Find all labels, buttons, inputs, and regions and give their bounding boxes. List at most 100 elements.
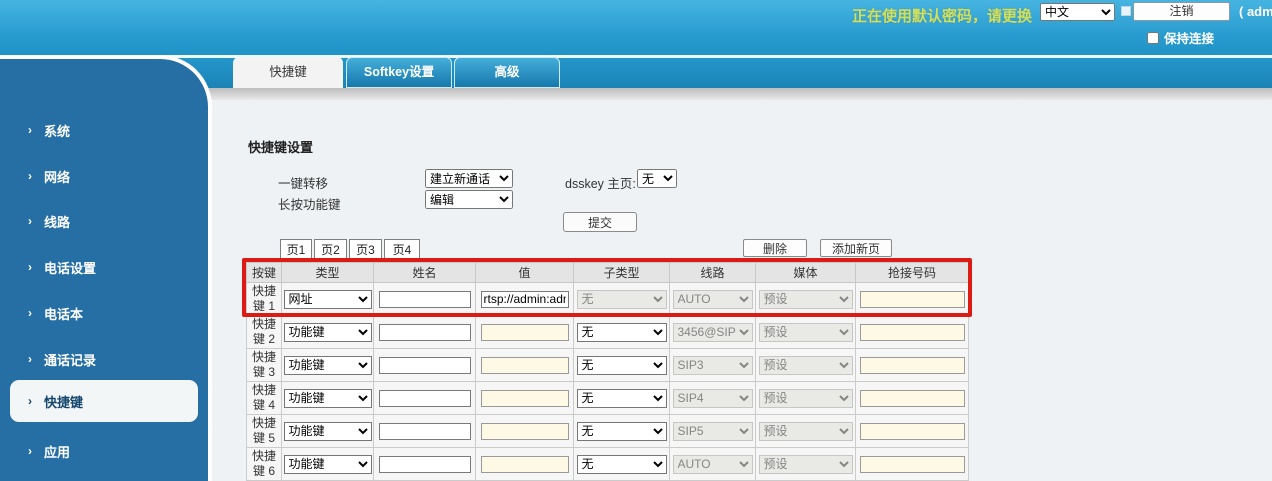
sidebar-item-5[interactable]: › 电话本: [10, 295, 198, 331]
key-label: 快捷键 2: [246, 315, 282, 349]
line-select: AUTO: [672, 454, 753, 474]
sidebar-item-label: 电话本: [44, 306, 84, 322]
table-cell: 3456@SIP2: [669, 315, 756, 349]
banner-square-decoration: [1121, 6, 1131, 16]
table-cell: [855, 282, 969, 316]
pickup-number-input: [859, 389, 965, 407]
table-cell: SIP4: [669, 381, 756, 415]
delete-button[interactable]: 删除: [743, 239, 807, 257]
column-header: 媒体: [755, 262, 856, 283]
line-select: SIP3: [672, 355, 753, 375]
page-tab-3[interactable]: 页3: [349, 239, 382, 262]
table-cell: 预设: [755, 348, 856, 382]
subtype-select[interactable]: 无: [576, 322, 667, 342]
value-input: [480, 356, 569, 374]
table-cell: [373, 348, 476, 382]
table-header-row: 按键 类型 姓名值子类型 线路 媒体 抢接号码: [246, 262, 969, 283]
table-cell: [373, 381, 476, 415]
subtype-select[interactable]: 无: [576, 355, 667, 375]
page-tab-2[interactable]: 页2: [314, 239, 347, 262]
name-input[interactable]: [378, 422, 471, 440]
chevron-right-icon: ›: [28, 169, 32, 183]
submit-button[interactable]: 提交: [563, 212, 637, 232]
type-select[interactable]: 功能键: [283, 322, 372, 342]
table-cell: 功能键: [281, 381, 374, 415]
hotkey-table: 按键类型姓名值子类型线路媒体抢接号码 快捷键 1网址无AUTO预设快捷键 2功能…: [246, 262, 969, 481]
table-cell: [855, 414, 969, 448]
name-input[interactable]: [378, 455, 471, 473]
page-tab-1[interactable]: 页1: [280, 239, 312, 262]
value-input[interactable]: [480, 290, 569, 308]
chevron-right-icon: ›: [28, 123, 32, 137]
name-input[interactable]: [378, 389, 471, 407]
dsskey-home-select[interactable]: 无: [637, 169, 677, 188]
name-input[interactable]: [378, 356, 471, 374]
table-cell: [373, 282, 476, 316]
type-select[interactable]: 功能键: [283, 454, 372, 474]
section-title: 快捷键设置: [248, 140, 314, 155]
longpress-label: 长按功能键: [278, 198, 341, 212]
subtype-select[interactable]: 无: [576, 388, 667, 408]
name-input[interactable]: [378, 290, 471, 308]
language-select[interactable]: 中文: [1040, 3, 1115, 21]
column-header: 姓名: [373, 262, 476, 283]
subtype-select[interactable]: 无: [576, 454, 667, 474]
table-cell: 预设: [755, 414, 856, 448]
dsskey-home-label: dsskey 主页:: [565, 177, 636, 191]
table-cell: 无: [573, 348, 670, 382]
type-select[interactable]: 功能键: [283, 355, 372, 375]
line-select: AUTO: [672, 289, 753, 309]
type-select[interactable]: 网址: [283, 289, 372, 309]
line-select: SIP5: [672, 421, 753, 441]
sidebar-item-2[interactable]: › 网络: [10, 158, 198, 194]
sidebar-item-7[interactable]: › 快捷键: [10, 380, 198, 422]
table-cell: [373, 414, 476, 448]
key-label: 快捷键 5: [246, 414, 282, 448]
value-input: [480, 389, 569, 407]
key-label: 快捷键 3: [246, 348, 282, 382]
longpress-select[interactable]: 编辑: [425, 190, 513, 209]
tab-hotkey[interactable]: 快捷键: [233, 57, 343, 88]
table-cell: 无: [573, 315, 670, 349]
table-cell: [475, 381, 574, 415]
table-cell: 功能键: [281, 447, 374, 481]
table-cell: [855, 315, 969, 349]
table-cell: [475, 315, 574, 349]
tab-advanced[interactable]: 高级: [454, 57, 560, 88]
sidebar-item-6[interactable]: › 通话记录: [10, 341, 198, 377]
column-header: 抢接号码: [855, 262, 969, 283]
keep-alive-checkbox[interactable]: [1147, 31, 1159, 44]
sidebar-item-3[interactable]: › 线路: [10, 203, 198, 239]
name-input[interactable]: [378, 323, 471, 341]
page-tab-4[interactable]: 页4: [384, 239, 420, 262]
sidebar-item-label: 应用: [44, 444, 71, 460]
add-page-button[interactable]: 添加新页: [820, 239, 892, 257]
media-select: 预设: [758, 454, 853, 474]
media-select: 预设: [758, 421, 853, 441]
line-select: 3456@SIP2: [672, 322, 753, 342]
table-cell: [475, 348, 574, 382]
type-select[interactable]: 功能键: [283, 421, 372, 441]
logout-button[interactable]: 注销: [1133, 2, 1230, 21]
column-header: 值: [475, 262, 574, 283]
media-select: 预设: [758, 388, 853, 408]
table-cell: 功能键: [281, 414, 374, 448]
sidebar-item-1[interactable]: › 系统: [10, 112, 198, 148]
table-cell: AUTO: [669, 282, 756, 316]
table-row: 快捷键 6 功能键 无 AUTO 预设: [246, 447, 969, 481]
table-cell: AUTO: [669, 447, 756, 481]
type-select[interactable]: 功能键: [283, 388, 372, 408]
sidebar-item-4[interactable]: › 电话设置: [10, 249, 198, 285]
table-cell: [855, 381, 969, 415]
transfer-select[interactable]: 建立新通话: [425, 169, 513, 188]
pickup-number-input: [859, 455, 965, 473]
pickup-number-input: [859, 323, 965, 341]
table-cell: [475, 447, 574, 481]
chevron-right-icon: ›: [28, 394, 32, 408]
key-label: 快捷键 6: [246, 447, 282, 481]
tab-softkey[interactable]: Softkey设置: [346, 57, 452, 88]
sidebar-item-8[interactable]: › 应用: [10, 433, 198, 469]
table-cell: 功能键: [281, 348, 374, 382]
media-select: 预设: [758, 355, 853, 375]
subtype-select[interactable]: 无: [576, 421, 667, 441]
